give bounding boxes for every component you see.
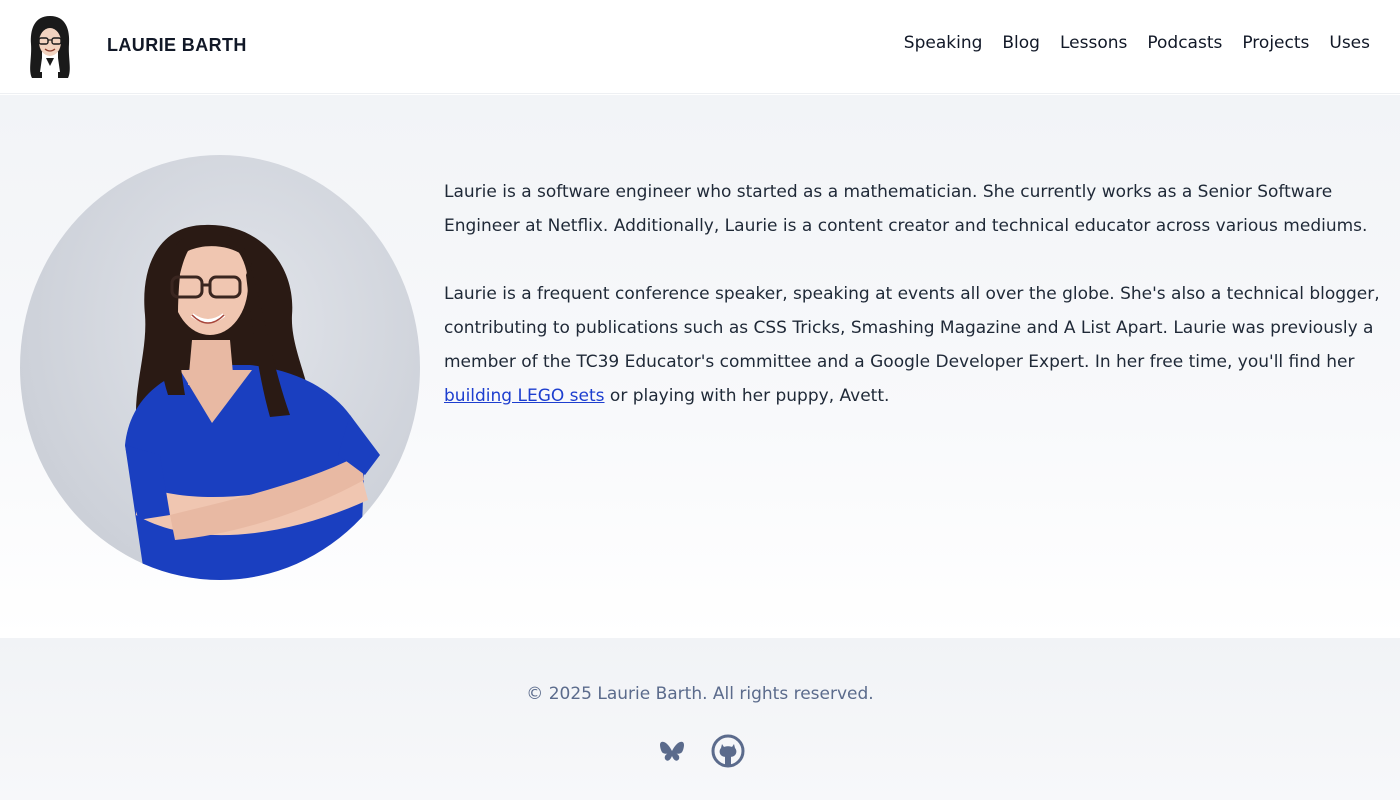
social-links <box>0 734 1400 768</box>
avatar-illustration-icon <box>30 16 70 78</box>
profile-photo-illustration <box>125 224 380 580</box>
nav-item-lessons[interactable]: Lessons <box>1060 33 1127 53</box>
nav-item-speaking[interactable]: Speaking <box>904 33 983 53</box>
profile-photo <box>20 155 420 580</box>
bio-section: Laurie is a software engineer who starte… <box>444 175 1384 413</box>
bio-paragraph-2-text: Laurie is a frequent conference speaker,… <box>444 284 1380 372</box>
nav-item-podcasts[interactable]: Podcasts <box>1147 33 1222 53</box>
nav-item-projects[interactable]: Projects <box>1242 33 1309 53</box>
github-icon[interactable] <box>711 734 745 768</box>
site-title[interactable]: LAURIE BARTH <box>107 35 247 56</box>
lego-link[interactable]: building LEGO sets <box>444 386 605 406</box>
site-footer: © 2025 Laurie Barth. All rights reserved… <box>0 638 1400 800</box>
main-content: Laurie is a software engineer who starte… <box>0 95 1400 638</box>
bluesky-icon[interactable] <box>655 734 689 768</box>
bio-paragraph-2: Laurie is a frequent conference speaker,… <box>444 277 1384 413</box>
site-header: LAURIE BARTH Speaking Blog Lessons Podca… <box>0 0 1400 94</box>
bio-paragraph-2-end: or playing with her puppy, Avett. <box>604 386 890 406</box>
copyright-text: © 2025 Laurie Barth. All rights reserved… <box>526 684 874 704</box>
site-logo[interactable] <box>24 12 76 82</box>
bio-paragraph-1: Laurie is a software engineer who starte… <box>444 182 1368 236</box>
nav-item-blog[interactable]: Blog <box>1002 33 1040 53</box>
main-nav: Speaking Blog Lessons Podcasts Projects … <box>904 33 1370 53</box>
nav-item-uses[interactable]: Uses <box>1329 33 1370 53</box>
